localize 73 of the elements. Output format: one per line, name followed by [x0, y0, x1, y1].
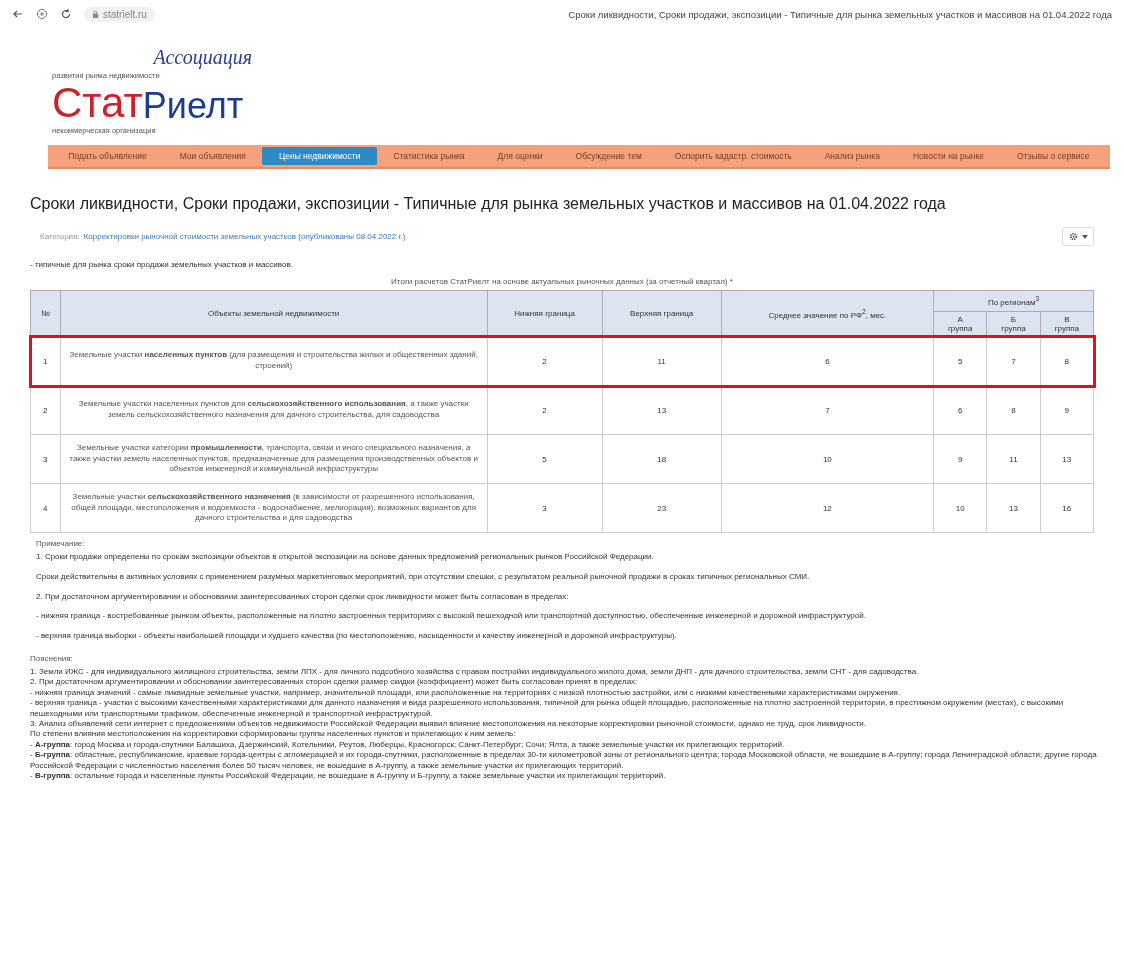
column-header: Объекты земельной недвижимости: [60, 290, 488, 337]
menu-item[interactable]: Обсуждение тем: [559, 147, 659, 165]
reload-icon[interactable]: [60, 8, 72, 20]
table-cell: Земельные участки населенных пунктов для сельскохозяйственного использования, а также участки земель сельскохозяйственного назначения для дачного строительства, для садоводства: [60, 385, 488, 435]
settings-icon: [1068, 231, 1079, 242]
explanation-text: - А-группа: город Москва и города-спутники Балашиха, Дзержинский, Котельники, Реутов, Люберцы, Красногорск; Санкт-Петербург; Сочи; Ялта, а также земельные участки их прилегающих территорий.: [30, 739, 786, 751]
table-cell: 3: [487, 483, 603, 533]
table-cell: Земельные участки категории промышленности, транспорта, связи и иного специального назначения, а также участки земель населенных пунктов, предназначенные для размещения производственных объектов и объектов инженерной и коммунальной инфраструктуры: [60, 434, 488, 484]
extensions-icon[interactable]: [36, 8, 48, 20]
table-cell: 2: [487, 385, 603, 435]
category-link[interactable]: Корректировки рыночной стоимости земельных участков (опубликованы 08.04.2022 г.): [83, 232, 406, 241]
table-cell: 12: [721, 483, 934, 533]
explanation-text: - верхняя граница - участки с высокими качественными характеристиками для данного назначения и вида разрешенного использования, типичной для рынка общей площадью, расположенные на плотно застроенной территории, в престижном окружении (местах), с высокими пешеходными или транспортными трафиком, обеспеченные инженерной и транспортной инфраструктурой.: [30, 698, 1065, 719]
table-cell: 13: [602, 385, 722, 435]
menu-item[interactable]: Анализ рынка: [808, 147, 897, 165]
table-cell: 16: [1040, 483, 1094, 533]
table-cell: 18: [602, 434, 722, 484]
column-group-header: По регионам$^{3}$: [933, 290, 1094, 312]
column-header: Верхняя граница: [602, 290, 722, 337]
explanation-text: - Б-группа: областные, республиканские, краевые города-центры с агломерацией и их города-спутники, расположенные в пределах 30-ти километровой зоны от регионального центра; города Московской области, не вошедшие в А-группу; города Ленинградской области; другие города Российской Федерации с численностью населения более 50 тысяч человек, не вошедшие в А-группу, а также земельные участки их прилегающих территорий.: [30, 750, 1098, 771]
lock-icon: [92, 9, 99, 19]
menu-item[interactable]: Для оценки: [481, 147, 560, 165]
table-cell: Земельные участки сельскохозяйственного назначения (в зависимости от разрешенного использования, общей площади, местоположения и водоемкости - водоснабжение, мелиорация), возможных вариантов для дачного строительства и для садоводства: [60, 483, 488, 533]
table-cell: 11: [986, 434, 1041, 484]
explanation-text: 3. Анализ объявлений сети интернет с предложениями объектов недвижимости Российской Федерации выявил влияние местоположения на некоторые корректировки рыночной стоимости, однако не труд, срок ликвидности.: [30, 718, 868, 730]
explanation-text: 2. При достаточном аргументировании и обосновании заинтересованных сторон сделки размер скидки (коэффициент) может быть согласован принят в пределах:: [30, 677, 639, 688]
explanation-text: По степени влияния местоположения на корректировки сформированы группы населенных пунктов и прилегающих к ним земель:: [30, 729, 517, 740]
column-header: №: [30, 290, 61, 337]
table-cell: 4: [30, 483, 61, 533]
intro-text: - типичные для рынка сроки продажи земельных участков и массивов.: [30, 260, 294, 269]
note-text: - верхняя граница выборки - объекты наибольшей площади и худшего качества (по местоположению, насыщенности и качеству инженерной и дорожной инфраструктуры).: [36, 631, 678, 642]
logo-stat-text: Стат: [52, 82, 143, 124]
menu-item[interactable]: Статистика рынка: [376, 147, 482, 165]
logo-rielt-text: Риелт: [142, 88, 244, 124]
note-text: - нижняя граница - востребованные рынком объекты, расположенные на плотно застроенных территориях с высокой пешеходной или транспортной доступностью, обеспеченные инженерной и дорожной инфраструктурой.: [36, 611, 867, 623]
table-cell: 5: [487, 434, 603, 484]
explanation-text: - В-группа: остальные города и населенные пункты Российской Федерации, не вошедшие в А-группу и Б-группу, а также земельные участки их прилегающих территорий.: [30, 770, 667, 782]
table-cell: 8: [986, 385, 1041, 435]
table-cell: 23: [602, 483, 722, 533]
category-label: Категория:: [40, 232, 80, 241]
note-text: 2. При достаточном аргументировании и обосновании заинтересованных сторон сделки срок ликвидности может быть согласован в пределах:: [36, 591, 570, 603]
menu-item[interactable]: Оспорить кадастр. стоимость: [658, 147, 809, 165]
explanations-heading: Пояснения:: [30, 654, 74, 663]
settings-button[interactable]: [1062, 227, 1094, 246]
menu-item[interactable]: Подать объявление: [52, 147, 164, 165]
menu-item[interactable]: Новости на рынке: [896, 147, 1001, 165]
table-cell: 13: [986, 483, 1041, 533]
note-text: 1. Сроки продажи определены по срокам экспозиции объектов в открытой экспозиции на основе данных предложений региональных рынков Российской Федерации.: [36, 552, 655, 563]
explanation-text: - нижняя граница значений - самые ликвидные земельные участки, например, значительной площади, или расположенные на территориях с низкой плотностью застройки, или с низкими качественными характеристиками окружения.: [30, 687, 902, 699]
address-bar[interactable]: statrielt.ru: [84, 6, 155, 22]
table-cell: 7: [721, 385, 934, 435]
table-cell: 10: [933, 483, 987, 533]
column-header: Нижняя граница: [487, 290, 603, 337]
article-title: Сроки ликвидности, Сроки продажи, экспозиции - Типичные для рынка земельных участков и массивов на 01.04.2022 года: [30, 195, 947, 213]
table-cell: 9: [1040, 385, 1094, 435]
table-cell: 13: [1040, 434, 1094, 484]
menu-item[interactable]: Цены недвижимости: [262, 147, 377, 165]
table-cell: 6: [933, 385, 987, 435]
table-caption: Итоги расчетов СтатРиелт на основе актуальных рыночных данных (за отчетный квартал) *: [390, 277, 734, 286]
table-cell: 9: [933, 434, 987, 484]
table-cell: 10: [721, 434, 934, 484]
notes-heading: Примечание:: [36, 539, 86, 548]
back-icon[interactable]: [12, 8, 24, 20]
table-cell: 2: [30, 385, 61, 435]
menu-item[interactable]: Мои объявления: [163, 147, 263, 165]
explanation-text: 1. Земли ИЖС - для индивидуального жилищного строительства, земли ЛПХ - для личного подсобного хозяйства с правом постройки индивидуального жилого дома, земли ДНП - для дачного строительства, земли СНТ - для садоводства.: [30, 667, 920, 678]
caret-icon: [1082, 234, 1088, 239]
menu-item[interactable]: Отзывы о сервисе: [1000, 147, 1106, 165]
column-header: Среднее значение по РФ$^{2}$, мес.: [721, 290, 934, 337]
note-text: Сроки действительны в активных условиях с применением разумных маркетинговых мероприятий, при отсутствии спешки, с результатом реальной рыночной продажи в сроках типичных региональных СМИ.: [36, 571, 811, 583]
table-cell: 3: [30, 434, 61, 484]
logo-association-text: Ассоциация: [153, 46, 252, 69]
page-title: Сроки ликвидности, Сроки продажи, экспозиции - Типичные для рынка земельных участков и массивов на 01.04.2022 года: [568, 8, 1112, 20]
